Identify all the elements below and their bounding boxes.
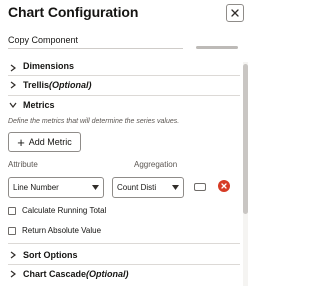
plus-icon: +: [17, 134, 25, 150]
calculate-running-total-label: Calculate Running Total: [22, 206, 107, 215]
section-metrics[interactable]: Metrics: [8, 100, 55, 110]
panel-title: Chart Configuration: [8, 4, 139, 20]
attribute-header: Attribute: [8, 160, 38, 169]
divider: [8, 95, 240, 96]
chevron-right-icon: [8, 63, 18, 73]
calculate-running-total-option[interactable]: Calculate Running Total: [8, 206, 106, 215]
section-metrics-label: Metrics: [23, 100, 55, 110]
chevron-right-icon: [8, 250, 18, 260]
close-icon: [231, 9, 239, 17]
divider: [8, 264, 240, 265]
caret-down-icon: [169, 185, 181, 190]
section-trellis-label: Trellis: [23, 80, 50, 90]
return-absolute-value-checkbox[interactable]: [8, 226, 16, 235]
section-chart-cascade[interactable]: Chart Cascade (Optional): [8, 269, 129, 279]
divider: [8, 75, 240, 76]
metrics-description: Define the metrics that will determine t…: [8, 118, 180, 125]
aggregation-header: Aggregation: [134, 160, 178, 169]
calculate-running-total-checkbox[interactable]: [8, 206, 16, 215]
attribute-select-value: Line Number: [13, 183, 59, 192]
divider: [8, 243, 240, 244]
remove-metric-icon[interactable]: [218, 180, 230, 192]
return-absolute-value-option[interactable]: Return Absolute Value: [8, 226, 101, 235]
return-absolute-value-label: Return Absolute Value: [22, 226, 102, 235]
attribute-select[interactable]: Line Number: [8, 177, 104, 198]
caret-down-icon: [89, 185, 101, 190]
add-metric-button[interactable]: + Add Metric: [8, 132, 81, 152]
section-dimensions[interactable]: Dimensions: [8, 62, 74, 74]
metric-options-icon[interactable]: [194, 183, 206, 191]
chevron-right-icon: [8, 269, 18, 279]
chevron-right-icon: [8, 80, 18, 90]
copy-component-field[interactable]: [8, 48, 183, 49]
section-trellis[interactable]: Trellis (Optional): [8, 80, 92, 90]
close-button[interactable]: [226, 4, 244, 22]
section-chart-cascade-optional: (Optional): [86, 269, 129, 279]
aggregation-select[interactable]: Count Disti: [112, 177, 184, 198]
copy-component-label: Copy Component: [8, 35, 79, 45]
section-chart-cascade-label: Chart Cascade: [23, 269, 87, 279]
chevron-down-icon: [8, 100, 18, 110]
section-sort-options-label: Sort Options: [23, 250, 78, 260]
scrollbar-thumb[interactable]: [243, 64, 248, 214]
section-sort-options[interactable]: Sort Options: [8, 250, 78, 260]
section-dimensions-label: Dimensions: [23, 62, 75, 71]
copy-component-button[interactable]: [196, 46, 238, 49]
section-trellis-optional: (Optional): [49, 80, 92, 90]
add-metric-label: Add Metric: [28, 137, 72, 147]
aggregation-select-value: Count Disti: [117, 183, 157, 192]
